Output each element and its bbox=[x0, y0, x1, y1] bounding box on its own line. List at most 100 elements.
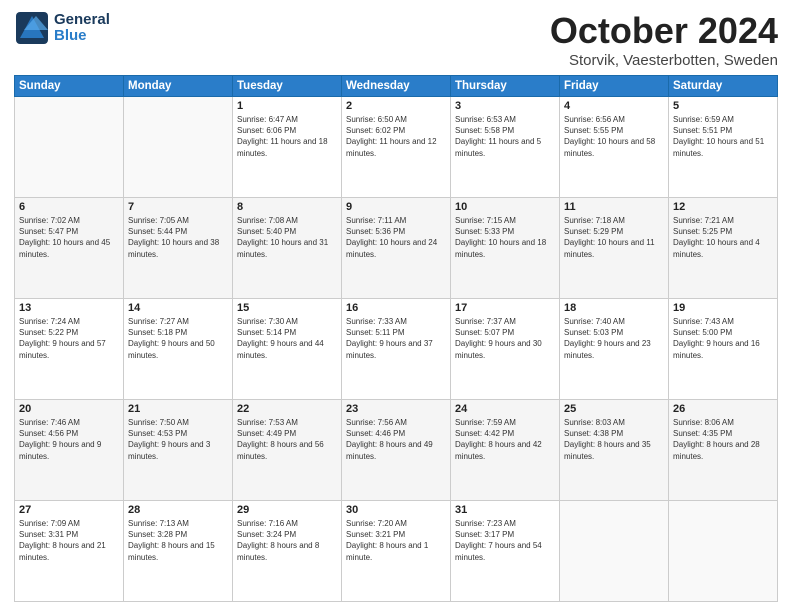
day-cell: 11 Sunrise: 7:18 AM Sunset: 5:29 PM Dayl… bbox=[560, 198, 669, 299]
daylight: Daylight: 11 hours and 12 minutes. bbox=[346, 137, 437, 157]
sunrise: Sunrise: 7:18 AM bbox=[564, 216, 625, 225]
day-cell: 12 Sunrise: 7:21 AM Sunset: 5:25 PM Dayl… bbox=[669, 198, 778, 299]
sunset: Sunset: 3:24 PM bbox=[237, 530, 296, 539]
day-info: Sunrise: 7:53 AM Sunset: 4:49 PM Dayligh… bbox=[237, 417, 337, 462]
sunset: Sunset: 4:42 PM bbox=[455, 429, 514, 438]
sunrise: Sunrise: 7:11 AM bbox=[346, 216, 406, 225]
day-number: 3 bbox=[455, 100, 555, 112]
day-info: Sunrise: 7:16 AM Sunset: 3:24 PM Dayligh… bbox=[237, 518, 337, 563]
day-cell: 23 Sunrise: 7:56 AM Sunset: 4:46 PM Dayl… bbox=[342, 400, 451, 501]
day-number: 23 bbox=[346, 403, 446, 415]
daylight: Daylight: 9 hours and 23 minutes. bbox=[564, 339, 651, 359]
sunrise: Sunrise: 7:13 AM bbox=[128, 519, 189, 528]
daylight: Daylight: 8 hours and 56 minutes. bbox=[237, 440, 324, 460]
day-info: Sunrise: 8:06 AM Sunset: 4:35 PM Dayligh… bbox=[673, 417, 773, 462]
day-info: Sunrise: 7:33 AM Sunset: 5:11 PM Dayligh… bbox=[346, 316, 446, 361]
day-number: 4 bbox=[564, 100, 664, 112]
day-number: 6 bbox=[19, 201, 119, 213]
daylight: Daylight: 8 hours and 49 minutes. bbox=[346, 440, 433, 460]
calendar: Sunday Monday Tuesday Wednesday Thursday… bbox=[14, 75, 778, 602]
sunset: Sunset: 5:18 PM bbox=[128, 328, 187, 337]
day-cell: 24 Sunrise: 7:59 AM Sunset: 4:42 PM Dayl… bbox=[451, 400, 560, 501]
daylight: Daylight: 10 hours and 45 minutes. bbox=[19, 238, 110, 258]
day-info: Sunrise: 8:03 AM Sunset: 4:38 PM Dayligh… bbox=[564, 417, 664, 462]
day-cell bbox=[15, 97, 124, 198]
day-number: 1 bbox=[237, 100, 337, 112]
day-cell: 7 Sunrise: 7:05 AM Sunset: 5:44 PM Dayli… bbox=[124, 198, 233, 299]
day-cell: 28 Sunrise: 7:13 AM Sunset: 3:28 PM Dayl… bbox=[124, 501, 233, 602]
sunrise: Sunrise: 8:03 AM bbox=[564, 418, 625, 427]
day-cell: 26 Sunrise: 8:06 AM Sunset: 4:35 PM Dayl… bbox=[669, 400, 778, 501]
sunset: Sunset: 5:22 PM bbox=[19, 328, 78, 337]
day-info: Sunrise: 7:56 AM Sunset: 4:46 PM Dayligh… bbox=[346, 417, 446, 462]
day-number: 15 bbox=[237, 302, 337, 314]
logo-icon bbox=[14, 10, 50, 46]
day-number: 21 bbox=[128, 403, 228, 415]
day-info: Sunrise: 6:56 AM Sunset: 5:55 PM Dayligh… bbox=[564, 114, 664, 159]
calendar-body: 1 Sunrise: 6:47 AM Sunset: 6:06 PM Dayli… bbox=[15, 97, 778, 602]
daylight: Daylight: 9 hours and 44 minutes. bbox=[237, 339, 324, 359]
daylight: Daylight: 9 hours and 37 minutes. bbox=[346, 339, 433, 359]
day-cell: 16 Sunrise: 7:33 AM Sunset: 5:11 PM Dayl… bbox=[342, 299, 451, 400]
day-cell: 15 Sunrise: 7:30 AM Sunset: 5:14 PM Dayl… bbox=[233, 299, 342, 400]
day-cell: 9 Sunrise: 7:11 AM Sunset: 5:36 PM Dayli… bbox=[342, 198, 451, 299]
sunrise: Sunrise: 7:09 AM bbox=[19, 519, 80, 528]
daylight: Daylight: 10 hours and 4 minutes. bbox=[673, 238, 760, 258]
daylight: Daylight: 11 hours and 18 minutes. bbox=[237, 137, 328, 157]
daylight: Daylight: 10 hours and 18 minutes. bbox=[455, 238, 546, 258]
daylight: Daylight: 9 hours and 9 minutes. bbox=[19, 440, 101, 460]
daylight: Daylight: 10 hours and 11 minutes. bbox=[564, 238, 655, 258]
day-info: Sunrise: 7:50 AM Sunset: 4:53 PM Dayligh… bbox=[128, 417, 228, 462]
daylight: Daylight: 10 hours and 24 minutes. bbox=[346, 238, 437, 258]
sunset: Sunset: 5:44 PM bbox=[128, 227, 187, 236]
sunset: Sunset: 5:14 PM bbox=[237, 328, 296, 337]
daylight: Daylight: 10 hours and 58 minutes. bbox=[564, 137, 655, 157]
sunrise: Sunrise: 6:47 AM bbox=[237, 115, 298, 124]
sunrise: Sunrise: 7:27 AM bbox=[128, 317, 189, 326]
day-cell: 22 Sunrise: 7:53 AM Sunset: 4:49 PM Dayl… bbox=[233, 400, 342, 501]
logo-general: General bbox=[54, 12, 110, 29]
daylight: Daylight: 10 hours and 38 minutes. bbox=[128, 238, 219, 258]
sunrise: Sunrise: 7:21 AM bbox=[673, 216, 734, 225]
day-number: 11 bbox=[564, 201, 664, 213]
day-info: Sunrise: 6:50 AM Sunset: 6:02 PM Dayligh… bbox=[346, 114, 446, 159]
sunset: Sunset: 5:51 PM bbox=[673, 126, 732, 135]
day-number: 26 bbox=[673, 403, 773, 415]
day-number: 16 bbox=[346, 302, 446, 314]
day-info: Sunrise: 7:09 AM Sunset: 3:31 PM Dayligh… bbox=[19, 518, 119, 563]
day-info: Sunrise: 7:08 AM Sunset: 5:40 PM Dayligh… bbox=[237, 215, 337, 260]
day-cell: 29 Sunrise: 7:16 AM Sunset: 3:24 PM Dayl… bbox=[233, 501, 342, 602]
sunset: Sunset: 4:38 PM bbox=[564, 429, 623, 438]
sunrise: Sunrise: 7:16 AM bbox=[237, 519, 298, 528]
sunset: Sunset: 5:07 PM bbox=[455, 328, 514, 337]
sunrise: Sunrise: 6:53 AM bbox=[455, 115, 516, 124]
sunrise: Sunrise: 6:56 AM bbox=[564, 115, 625, 124]
day-info: Sunrise: 7:43 AM Sunset: 5:00 PM Dayligh… bbox=[673, 316, 773, 361]
day-info: Sunrise: 7:37 AM Sunset: 5:07 PM Dayligh… bbox=[455, 316, 555, 361]
sunset: Sunset: 5:55 PM bbox=[564, 126, 623, 135]
col-friday: Friday bbox=[560, 76, 669, 97]
sunset: Sunset: 5:47 PM bbox=[19, 227, 78, 236]
day-number: 10 bbox=[455, 201, 555, 213]
day-info: Sunrise: 7:46 AM Sunset: 4:56 PM Dayligh… bbox=[19, 417, 119, 462]
day-cell: 1 Sunrise: 6:47 AM Sunset: 6:06 PM Dayli… bbox=[233, 97, 342, 198]
logo-name: General Blue bbox=[54, 12, 110, 45]
daylight: Daylight: 9 hours and 30 minutes. bbox=[455, 339, 542, 359]
sunset: Sunset: 6:06 PM bbox=[237, 126, 296, 135]
daylight: Daylight: 8 hours and 1 minute. bbox=[346, 541, 428, 561]
header: General Blue October 2024 Storvik, Vaest… bbox=[14, 10, 778, 69]
day-cell: 10 Sunrise: 7:15 AM Sunset: 5:33 PM Dayl… bbox=[451, 198, 560, 299]
day-info: Sunrise: 7:59 AM Sunset: 4:42 PM Dayligh… bbox=[455, 417, 555, 462]
day-number: 31 bbox=[455, 504, 555, 516]
daylight: Daylight: 8 hours and 42 minutes. bbox=[455, 440, 542, 460]
sunset: Sunset: 5:11 PM bbox=[346, 328, 405, 337]
title-block: October 2024 Storvik, Vaesterbotten, Swe… bbox=[550, 10, 778, 69]
daylight: Daylight: 8 hours and 28 minutes. bbox=[673, 440, 760, 460]
day-info: Sunrise: 7:13 AM Sunset: 3:28 PM Dayligh… bbox=[128, 518, 228, 563]
week-row-3: 13 Sunrise: 7:24 AM Sunset: 5:22 PM Dayl… bbox=[15, 299, 778, 400]
sunset: Sunset: 4:49 PM bbox=[237, 429, 296, 438]
day-number: 2 bbox=[346, 100, 446, 112]
day-cell bbox=[669, 501, 778, 602]
sunrise: Sunrise: 7:33 AM bbox=[346, 317, 407, 326]
sunset: Sunset: 5:33 PM bbox=[455, 227, 514, 236]
